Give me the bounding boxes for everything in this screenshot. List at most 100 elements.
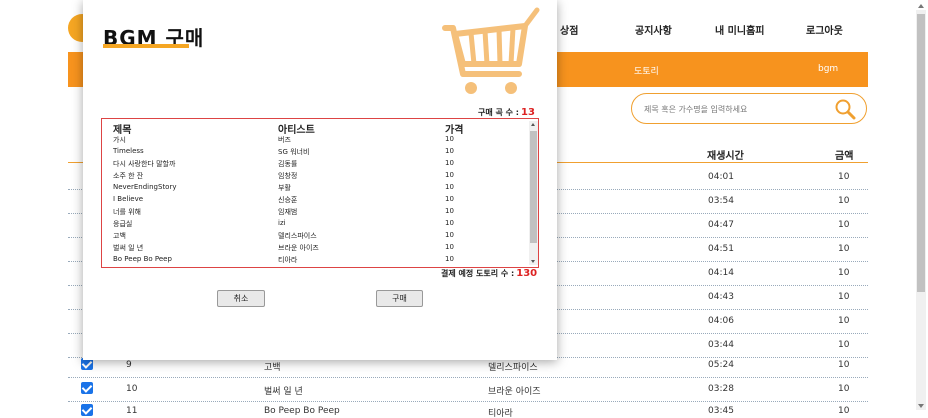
song-title: 고백 [113, 232, 126, 240]
list-scrollbar-thumb[interactable] [530, 131, 537, 243]
row-number: 10 [126, 384, 138, 394]
row-time: 04:43 [708, 292, 734, 302]
purchase-count: 구매 곡 수 :13 [478, 107, 535, 118]
nav-item-logout[interactable]: 로그아웃 [806, 22, 843, 37]
bgm-purchase-modal: BGM 구매 구매 곡 수 :13 제목 아티스트 가격 가시 버즈 10 Ti… [83, 0, 557, 360]
list-item: Timeless SG 워너비 10 [102, 146, 522, 158]
search-input[interactable] [644, 101, 824, 117]
song-list-box[interactable]: 제목 아티스트 가격 가시 버즈 10 Timeless SG 워너비 10 다… [101, 118, 539, 268]
table-row[interactable]: 11 Bo Peep Bo Peep 티아라 03:45 10 [68, 400, 868, 418]
row-price: 10 [838, 244, 850, 254]
row-time: 04:06 [708, 316, 734, 326]
payment-dotori-count: 결제 예정 도토리 수 :130 [441, 268, 537, 279]
cancel-button[interactable]: 취소 [217, 290, 265, 307]
row-time: 05:24 [708, 360, 734, 370]
song-title: 벌써 일 년 [113, 244, 144, 252]
row-time: 03:54 [708, 196, 734, 206]
song-artist: 부활 [278, 184, 291, 192]
row-time: 04:47 [708, 220, 734, 230]
list-item: I Believe 신승훈 10 [102, 194, 522, 206]
row-time: 03:44 [708, 340, 734, 350]
song-artist: 델리스파이스 [278, 232, 317, 240]
nav-item-minihome[interactable]: 내 미니홈피 [715, 22, 764, 37]
table-row[interactable]: 10 벌써 일 년 브라운 아이즈 03:28 10 [68, 378, 868, 402]
buy-button[interactable]: 구매 [376, 290, 423, 307]
song-title: 다시 사랑한다 말할까 [113, 160, 176, 168]
row-time: 04:01 [708, 172, 734, 182]
list-scroll-down-icon[interactable] [531, 260, 535, 263]
list-item: 가시 버즈 10 [102, 134, 522, 146]
song-artist: 브라운 아이즈 [278, 244, 319, 252]
list-item: 고백 델리스파이스 10 [102, 230, 522, 242]
nav-item-shop[interactable]: 상점 [560, 22, 578, 37]
row-time: 04:14 [708, 268, 734, 278]
nav-item-notice[interactable]: 공지사항 [635, 22, 672, 37]
row-price: 10 [838, 316, 850, 326]
song-artist: 임창정 [278, 172, 298, 180]
song-title: NeverEndingStory [113, 183, 177, 191]
song-title: Bo Peep Bo Peep [113, 255, 172, 263]
row-number: 11 [126, 406, 138, 416]
row-price: 10 [838, 340, 850, 350]
row-price: 10 [838, 196, 850, 206]
row-artist: 티아라 [488, 409, 513, 418]
row-price: 10 [838, 268, 850, 278]
payment-dotori-label: 결제 예정 도토리 수 : [441, 269, 515, 278]
row-price: 10 [838, 172, 850, 182]
column-header-price: 금액 [835, 151, 854, 162]
song-title: 너를 위해 [113, 208, 141, 216]
song-price: 10 [445, 147, 454, 155]
song-title: 응급실 [113, 220, 133, 228]
list-scrollbar[interactable] [529, 121, 538, 265]
subnav-item-dotori[interactable]: 도토리 [634, 64, 659, 77]
song-price: 10 [445, 159, 454, 167]
song-artist: izi [278, 219, 286, 227]
row-time: 03:45 [708, 406, 734, 416]
song-artist: 신승훈 [278, 196, 298, 204]
list-item: 소주 한 잔 임창정 10 [102, 170, 522, 182]
scroll-up-arrow-icon[interactable] [918, 4, 924, 8]
row-price: 10 [838, 220, 850, 230]
scroll-down-arrow-icon[interactable] [918, 404, 924, 408]
subnav-item-bgm[interactable]: bgm [818, 64, 838, 74]
row-time: 03:28 [708, 384, 734, 394]
row-price: 10 [838, 292, 850, 302]
row-title: 벌써 일 년 [264, 387, 303, 397]
song-artist: 김동률 [278, 160, 298, 168]
list-item: 너를 위해 임재범 10 [102, 206, 522, 218]
song-price: 10 [445, 207, 454, 215]
scrollbar-thumb[interactable] [917, 14, 925, 292]
song-artist: 티아라 [278, 256, 298, 264]
list-item: 다시 사랑한다 말할까 김동률 10 [102, 158, 522, 170]
song-artist: 버즈 [278, 136, 291, 144]
song-title: Timeless [113, 147, 144, 155]
list-item: 벌써 일 년 브라운 아이즈 10 [102, 242, 522, 254]
magnifier-icon[interactable] [834, 98, 856, 120]
checkbox-checked-icon[interactable] [81, 404, 93, 416]
page-scrollbar[interactable] [916, 4, 926, 410]
top-navigation: 상점 공지사항 내 미니홈피 로그아웃 [560, 22, 900, 42]
payment-dotori-value: 130 [516, 268, 538, 279]
title-underline [103, 44, 189, 48]
list-item: NeverEndingStory 부활 10 [102, 182, 522, 194]
song-price: 10 [445, 195, 454, 203]
song-price: 10 [445, 255, 454, 263]
song-price: 10 [445, 183, 454, 191]
song-artist: 임재범 [278, 208, 298, 216]
row-price: 10 [838, 360, 850, 370]
list-item: Bo Peep Bo Peep 티아라 10 [102, 254, 522, 266]
row-title: Bo Peep Bo Peep [264, 406, 340, 416]
column-header-time: 재생시간 [707, 151, 744, 162]
checkbox-checked-icon[interactable] [81, 382, 93, 394]
purchase-count-value: 13 [521, 107, 535, 118]
list-scroll-up-icon[interactable] [531, 123, 535, 126]
song-price: 10 [445, 231, 454, 239]
song-title: 소주 한 잔 [113, 172, 144, 180]
song-price: 10 [445, 243, 454, 251]
song-title: I Believe [113, 195, 144, 203]
row-number: 9 [126, 360, 132, 370]
song-price: 10 [445, 219, 454, 227]
song-price: 10 [445, 171, 454, 179]
purchase-count-label: 구매 곡 수 : [478, 108, 519, 117]
row-price: 10 [838, 384, 850, 394]
